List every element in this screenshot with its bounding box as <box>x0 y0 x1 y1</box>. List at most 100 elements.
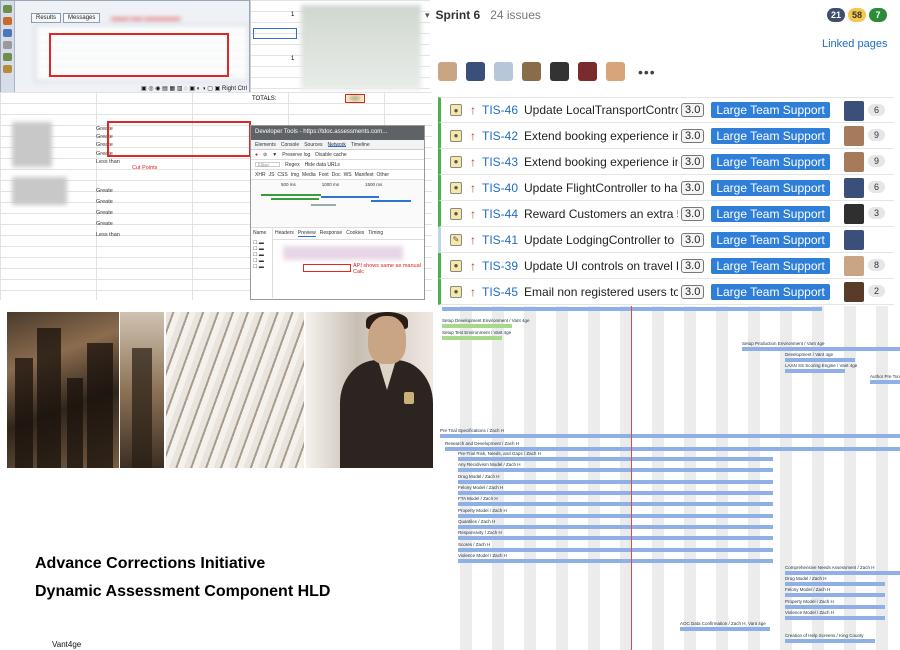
assignee-avatar[interactable] <box>844 282 864 302</box>
avatar[interactable] <box>578 62 597 81</box>
filter-media[interactable]: Media <box>302 172 316 178</box>
gantt-task-bar[interactable] <box>458 548 773 552</box>
tab-network[interactable]: Network <box>327 142 346 148</box>
gantt-task-bar[interactable] <box>785 593 885 597</box>
issue-key[interactable]: TIS-45 <box>482 285 518 299</box>
assignee-avatar[interactable] <box>844 126 864 146</box>
tab-elements[interactable]: Elements <box>255 142 276 148</box>
preserve-log-option[interactable]: Preserve log <box>282 152 310 158</box>
filter-doc[interactable]: Doc <box>332 172 341 178</box>
tool-icon[interactable] <box>3 29 12 37</box>
epic-label[interactable]: Large Team Support <box>711 257 830 274</box>
assignee-avatar[interactable] <box>844 256 864 276</box>
issue-key[interactable]: TIS-40 <box>482 181 518 195</box>
gantt-task-bar[interactable] <box>870 380 900 384</box>
avatar[interactable] <box>494 62 513 81</box>
gantt-task-bar[interactable] <box>680 627 770 631</box>
filter-css[interactable]: CSS <box>277 172 287 178</box>
gantt-task-bar[interactable] <box>458 502 773 506</box>
sprint-header[interactable]: ▾ Sprint 6 24 issues <box>425 8 541 22</box>
issue-key[interactable]: TIS-46 <box>482 103 518 117</box>
gantt-task-bar[interactable] <box>458 536 773 540</box>
more-avatars-icon[interactable]: ••• <box>638 64 656 80</box>
gantt-task-bar[interactable] <box>458 468 773 472</box>
hide-data-urls-option[interactable]: Hide data URLs <box>305 162 340 168</box>
gantt-task-bar[interactable] <box>785 582 885 586</box>
assignee-avatar[interactable] <box>844 152 864 172</box>
issue-row[interactable]: ● ↑ TIS-44 Reward Customers an extra 5 3.0 La… <box>438 201 894 227</box>
assignee-avatar[interactable] <box>844 178 864 198</box>
avatar[interactable] <box>550 62 569 81</box>
selected-cell[interactable] <box>253 28 297 39</box>
assignee-avatar[interactable] <box>844 101 864 121</box>
filter-js[interactable]: JS <box>269 172 275 178</box>
filter-ws[interactable]: WS <box>344 172 352 178</box>
clear-icon[interactable]: ⊘ <box>263 152 267 158</box>
tool-icon[interactable] <box>3 53 12 61</box>
tab-messages[interactable]: Messages <box>63 13 101 23</box>
filter-xhr[interactable]: XHR <box>255 172 266 178</box>
gantt-task-bar[interactable] <box>458 525 773 529</box>
assignee-avatar[interactable] <box>844 204 864 224</box>
issue-key[interactable]: TIS-43 <box>482 155 518 169</box>
record-icon[interactable]: ● <box>255 152 258 158</box>
assignee-avatar[interactable] <box>844 230 864 250</box>
gantt-task-bar[interactable] <box>785 616 885 620</box>
tab-timeline[interactable]: Timeline <box>351 142 370 148</box>
issue-row[interactable]: ● ↑ TIS-40 Update FlightController to har 3.… <box>438 175 894 201</box>
epic-label[interactable]: Large Team Support <box>711 205 830 222</box>
issue-row[interactable]: ● ↑ TIS-42 Extend booking experience in 3.0 L… <box>438 123 894 149</box>
gantt-task-bar[interactable] <box>458 514 773 518</box>
gantt-task-bar[interactable] <box>742 347 900 351</box>
filter-img[interactable]: Img <box>291 172 299 178</box>
issue-key[interactable]: TIS-44 <box>482 207 518 221</box>
gantt-task-bar[interactable] <box>440 434 900 438</box>
gantt-task-bar[interactable] <box>442 307 822 311</box>
epic-label[interactable]: Large Team Support <box>711 153 830 170</box>
issue-row[interactable]: ● ↑ TIS-45 Email non registered users to 3.0… <box>438 279 894 305</box>
filter-input[interactable]: Filter <box>255 162 281 169</box>
gantt-task-bar[interactable] <box>785 639 875 643</box>
tab-results[interactable]: Results <box>31 13 62 23</box>
tool-icon[interactable] <box>3 17 12 25</box>
avatar[interactable] <box>522 62 541 81</box>
tool-icon[interactable] <box>3 5 12 13</box>
epic-label[interactable]: Large Team Support <box>711 102 830 118</box>
tab-cookies[interactable]: Cookies <box>346 230 364 237</box>
filter-icon[interactable]: ▼ <box>272 152 277 158</box>
gantt-task-bar[interactable] <box>785 605 885 609</box>
tab-console[interactable]: Console <box>281 142 299 148</box>
avatar[interactable] <box>438 62 457 81</box>
avatar[interactable] <box>466 62 485 81</box>
issue-key[interactable]: TIS-39 <box>482 259 518 273</box>
disable-cache-option[interactable]: Disable cache <box>315 152 346 158</box>
epic-label[interactable]: Large Team Support <box>711 283 830 300</box>
issue-row[interactable]: ● ↑ TIS-43 Extend booking experience in 3.0 L… <box>438 149 894 175</box>
issue-key[interactable]: TIS-41 <box>482 233 518 247</box>
tab-headers[interactable]: Headers <box>275 230 294 237</box>
tab-sources[interactable]: Sources <box>304 142 322 148</box>
chevron-down-icon[interactable]: ▾ <box>425 10 430 21</box>
epic-label[interactable]: Large Team Support <box>711 231 830 248</box>
gantt-task-bar[interactable] <box>785 571 900 575</box>
issue-row[interactable]: ✎ ↑ TIS-41 Update LodgingController to h 3.0… <box>438 227 894 253</box>
regex-option[interactable]: Regex <box>285 162 299 168</box>
gantt-task-bar[interactable] <box>785 369 845 373</box>
epic-label[interactable]: Large Team Support <box>711 127 830 144</box>
tab-preview[interactable]: Preview <box>297 230 316 237</box>
gantt-task-bar[interactable] <box>458 491 773 495</box>
filter-manifest[interactable]: Manifest <box>355 172 374 178</box>
issue-key[interactable]: TIS-42 <box>482 129 518 143</box>
issue-row[interactable]: ● ↑ TIS-39 Update UI controls on travel b 3.… <box>438 253 894 279</box>
gantt-task-bar[interactable] <box>442 336 502 340</box>
filter-font[interactable]: Font <box>319 172 329 178</box>
linked-pages-link[interactable]: Linked pages <box>822 38 887 50</box>
epic-label[interactable]: Large Team Support <box>711 179 830 196</box>
gantt-task-bar[interactable] <box>458 559 773 563</box>
gantt-task-bar[interactable] <box>458 480 773 484</box>
tab-timing[interactable]: Timing <box>368 230 383 237</box>
tool-icon[interactable] <box>3 41 12 49</box>
gantt-task-bar[interactable] <box>442 324 512 328</box>
tab-response[interactable]: Response <box>320 230 343 237</box>
tool-icon[interactable] <box>3 65 12 73</box>
